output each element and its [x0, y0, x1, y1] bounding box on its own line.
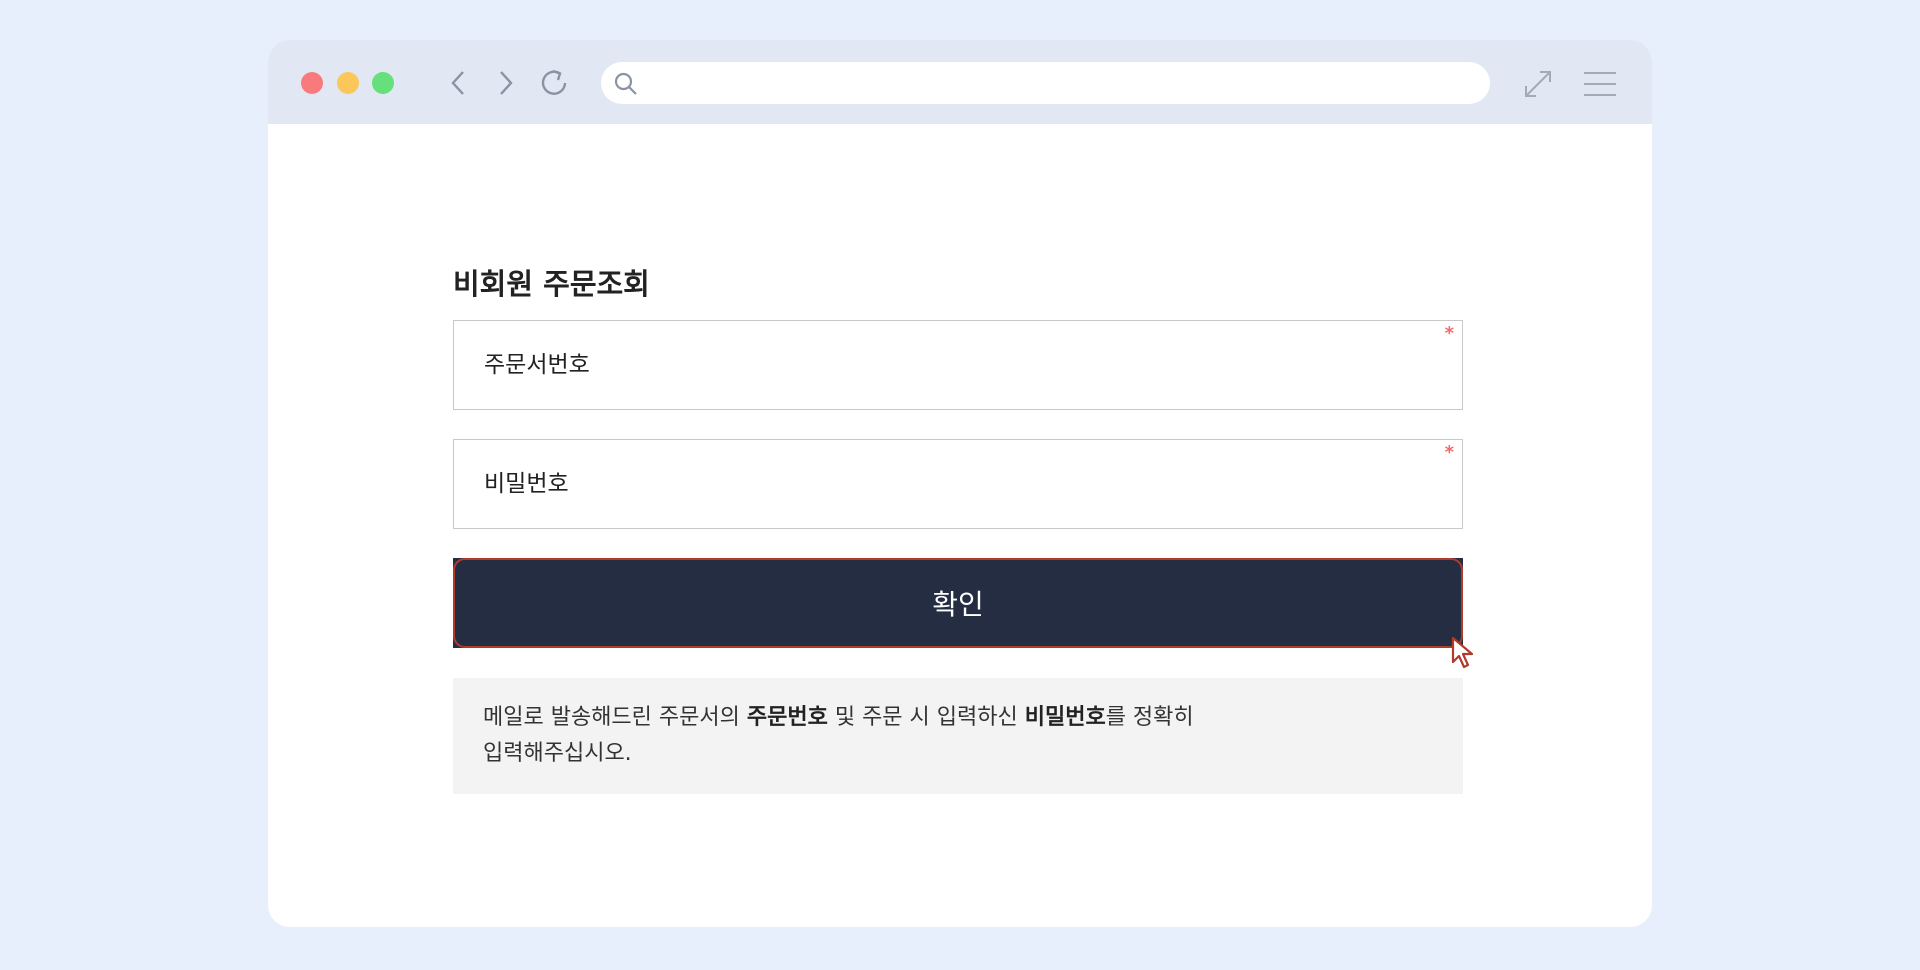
address-bar[interactable]: [601, 62, 1490, 104]
reload-button[interactable]: [536, 65, 572, 101]
reload-icon: [541, 69, 567, 95]
order-lookup-form: 비회원 주문조회 * * 확인 메일로 발송해드린 주문서의 주문번호 및 주문…: [453, 264, 1474, 794]
search-icon: [614, 72, 637, 95]
browser-toolbar: [268, 40, 1652, 124]
order-number-field[interactable]: *: [453, 320, 1463, 410]
back-button[interactable]: [440, 65, 476, 101]
menu-icon: [1584, 72, 1616, 96]
order-number-input[interactable]: [454, 321, 1462, 409]
notice-line-2: 입력해주십시오.: [483, 741, 632, 766]
password-field[interactable]: *: [453, 439, 1463, 529]
confirm-button-wrap: 확인: [453, 558, 1474, 669]
close-dot[interactable]: [301, 72, 323, 94]
expand-icon: [1525, 71, 1551, 97]
required-mark: *: [1444, 442, 1454, 463]
notice-text: 및 주문 시 입력하신: [827, 705, 1025, 730]
page-title: 비회원 주문조회: [453, 267, 650, 301]
notice-text: 를 정확히: [1105, 705, 1194, 730]
minimize-dot[interactable]: [337, 72, 359, 94]
notice-box: 메일로 발송해드린 주문서의 주문번호 및 주문 시 입력하신 비밀번호를 정확…: [453, 678, 1463, 794]
notice-text: 메일로 발송해드린 주문서의: [483, 705, 747, 730]
password-input[interactable]: [454, 440, 1462, 528]
confirm-button[interactable]: 확인: [453, 558, 1463, 648]
address-input[interactable]: [649, 62, 1469, 104]
menu-button[interactable]: [1580, 64, 1620, 104]
back-icon: [451, 71, 464, 95]
notice-bold-order-number: 주문번호: [746, 705, 828, 730]
forward-icon: [500, 71, 513, 95]
notice-line-1: 메일로 발송해드린 주문서의 주문번호 및 주문 시 입력하신 비밀번호를 정확…: [483, 700, 1433, 736]
maximize-dot[interactable]: [372, 72, 394, 94]
mouse-cursor-icon: [1451, 636, 1474, 669]
browser-window: 비회원 주문조회 * * 확인 메일로 발송해드린 주문서의 주문번호 및 주문…: [268, 40, 1652, 927]
notice-bold-password: 비밀번호: [1024, 705, 1106, 730]
forward-button[interactable]: [488, 65, 524, 101]
expand-button[interactable]: [1518, 64, 1558, 104]
required-mark: *: [1444, 323, 1454, 344]
